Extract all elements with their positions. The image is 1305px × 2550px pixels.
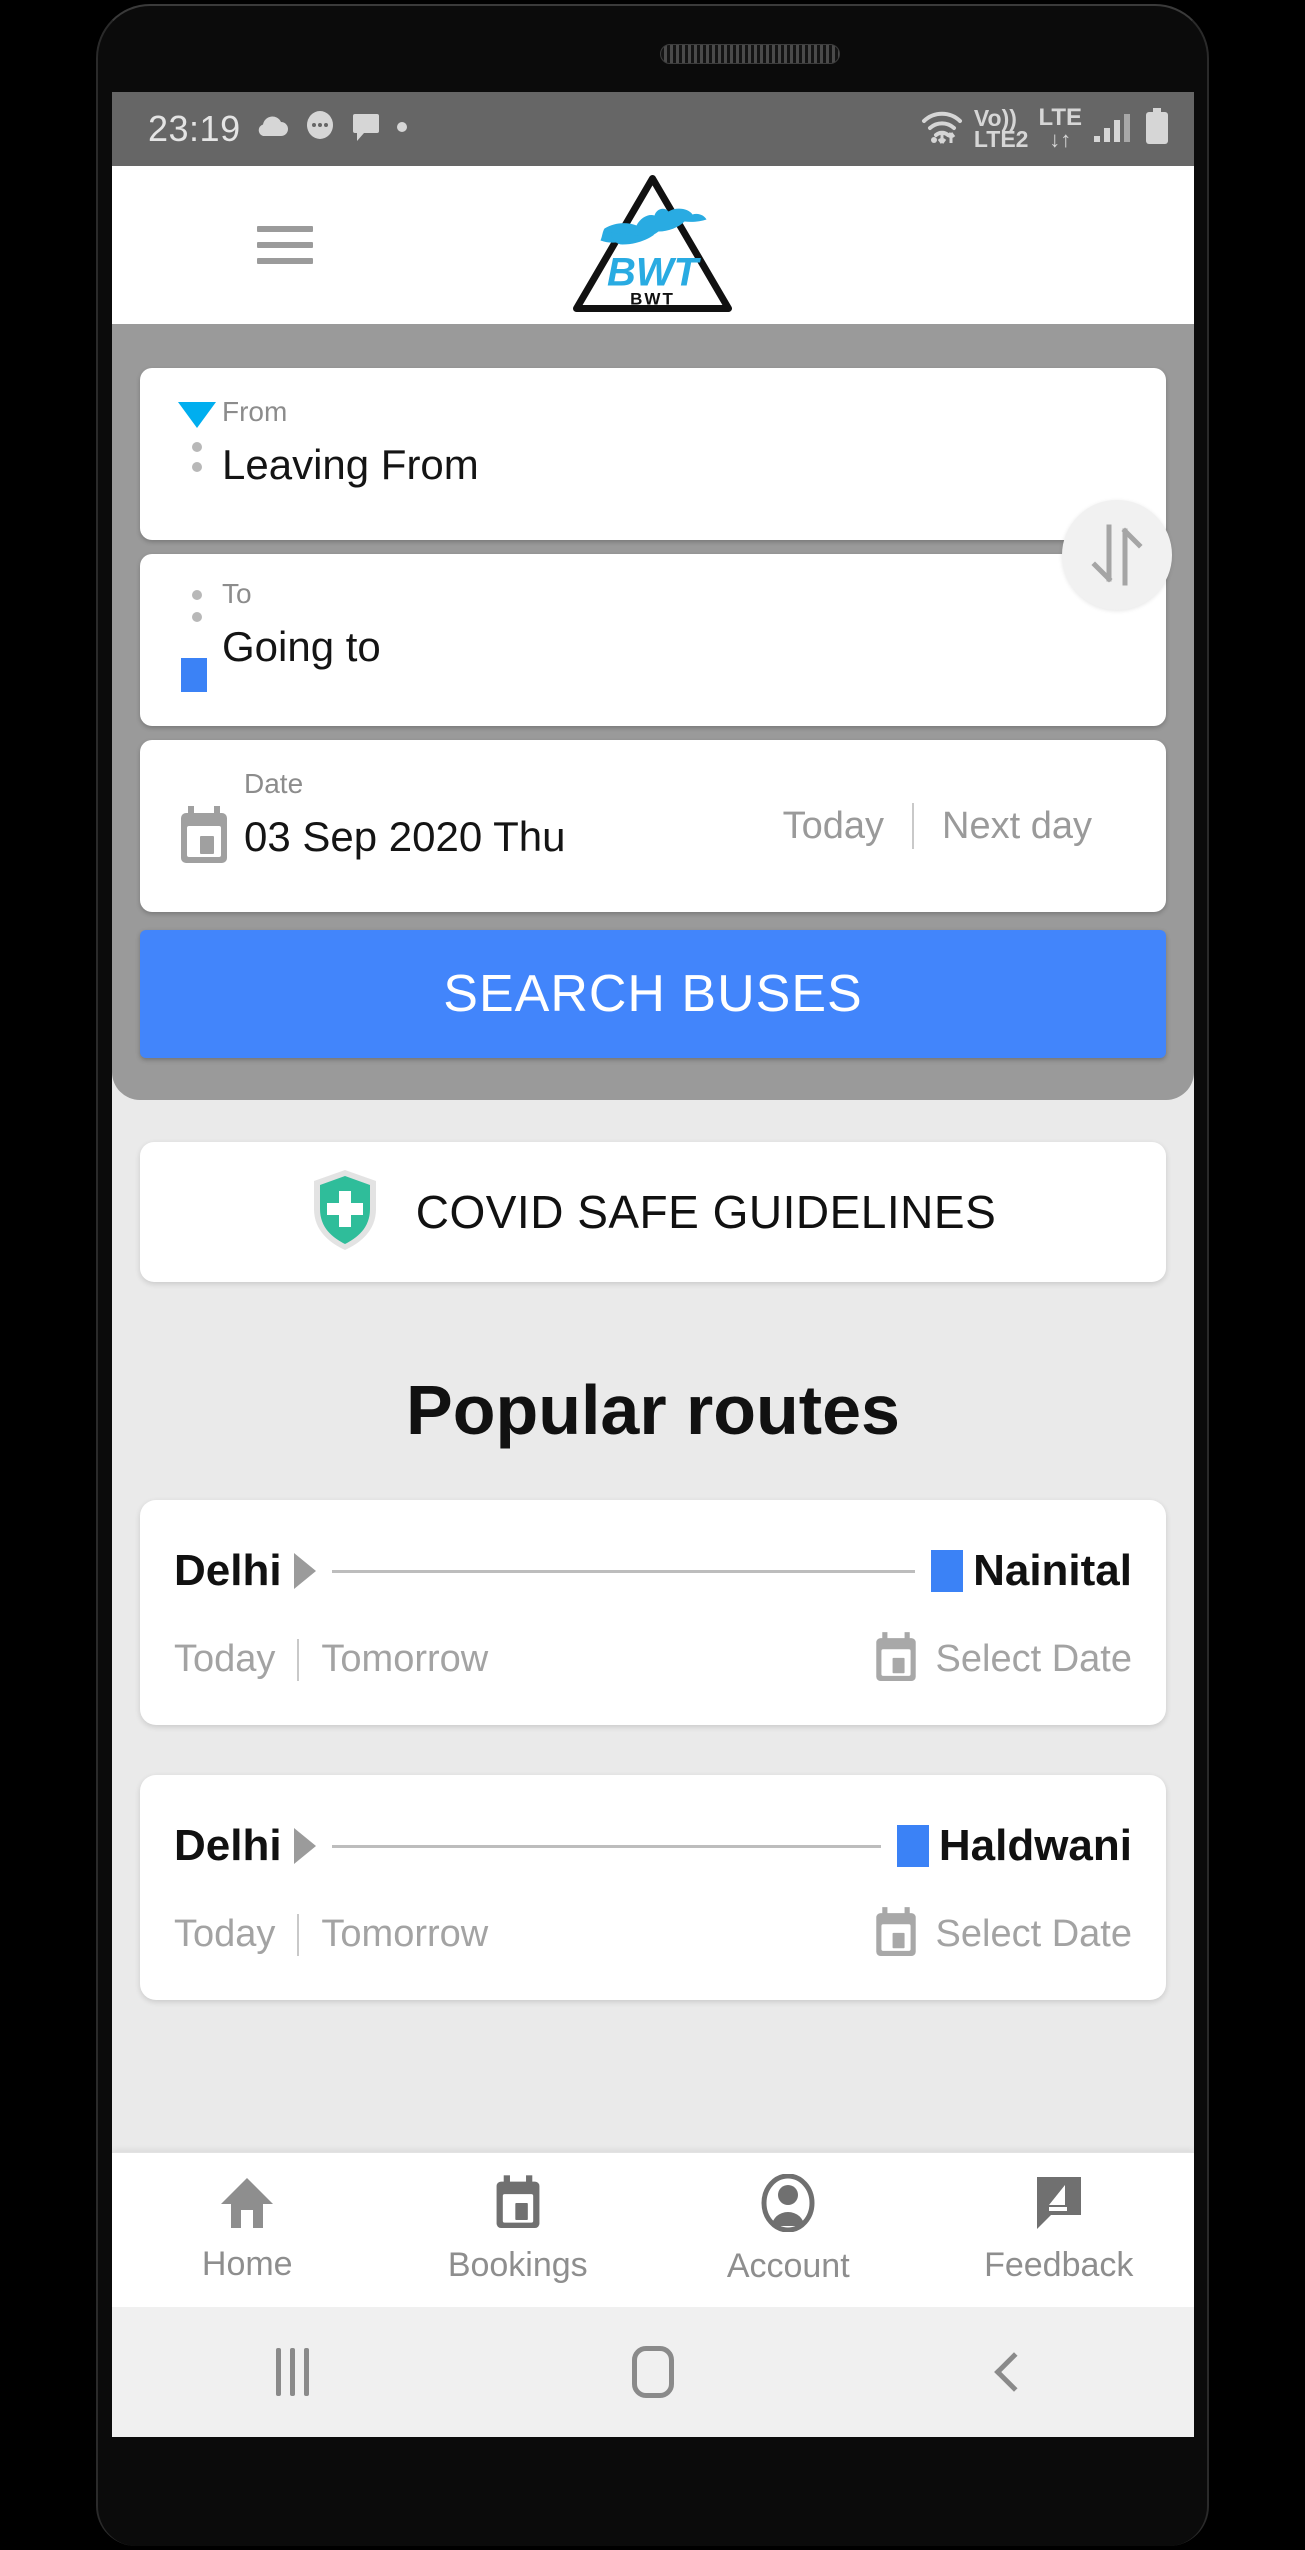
cloud-icon (255, 114, 289, 145)
route-connector-line (331, 1844, 881, 1848)
popular-routes-title: Popular routes (406, 1371, 900, 1449)
search-buses-button[interactable]: SEARCH BUSES (140, 930, 1166, 1058)
route-select-date-label: Select Date (935, 1913, 1132, 1955)
calendar-icon (872, 1630, 920, 1689)
status-bar-left: 23:19 (148, 108, 920, 150)
signal-icon (1092, 110, 1134, 149)
nav-label-account: Account (726, 2247, 850, 2285)
shield-plus-icon (310, 1167, 380, 1258)
to-marker-square-icon (181, 658, 207, 692)
bottom-navigation: Home Bookings Account Feedback (112, 2152, 1194, 2307)
nav-item-account[interactable]: Account (653, 2153, 924, 2307)
route-today-button[interactable]: Today (174, 1913, 275, 1956)
to-connector-dots-icon (192, 590, 202, 622)
volte-label-line2: LTE2 (973, 126, 1029, 152)
wifi-icon (920, 109, 964, 150)
route-select-date-button[interactable]: Select Date (872, 1630, 1132, 1689)
android-system-nav (112, 2307, 1194, 2437)
date-next-day-button[interactable]: Next day (914, 805, 1120, 848)
svg-text:BWT: BWT (630, 290, 675, 309)
route-tomorrow-button[interactable]: Tomorrow (321, 1913, 488, 1956)
to-field[interactable]: To Going to (140, 554, 1166, 726)
hamburger-bar-2 (257, 242, 313, 248)
home-icon (219, 2176, 275, 2235)
search-panel: From Leaving From To Going to Date 03 Se… (112, 324, 1194, 1100)
date-label: Date (244, 768, 304, 799)
phone-screen: 23:19 Vo)) LTE2 LTE ↓↑ BWT BWT From Leav… (112, 92, 1194, 2437)
svg-text:BWT: BWT (607, 251, 702, 295)
route-actions: Today Tomorrow Select Date (174, 1630, 1132, 1689)
nav-item-feedback[interactable]: Feedback (924, 2153, 1195, 2307)
feedback-pencil-icon (1033, 2175, 1085, 2236)
route-select-date-label: Select Date (935, 1638, 1132, 1680)
from-value: Leaving From (222, 441, 479, 488)
swap-locations-button[interactable] (1062, 500, 1172, 610)
route-arrow-icon (293, 1553, 316, 1589)
back-chevron-icon[interactable] (833, 2352, 1194, 2392)
nav-label-home: Home (201, 2245, 293, 2283)
app-header: BWT BWT (112, 166, 1194, 324)
hamburger-bar-1 (257, 226, 313, 232)
covid-safe-guidelines-label: COVID SAFE GUIDELINES (415, 1186, 997, 1238)
nav-label-feedback: Feedback (984, 2246, 1134, 2284)
date-quick-options: Today Next day (755, 803, 1120, 849)
route-arrow-icon (293, 1828, 316, 1864)
route-endpoints: Delhi Nainital (174, 1546, 1132, 1596)
to-value: Going to (222, 623, 381, 670)
to-label: To (222, 578, 252, 609)
message-icon (351, 111, 381, 148)
calendar-icon (493, 2175, 543, 2236)
route-quick-separator (297, 1638, 300, 1681)
route-quick-separator (297, 1913, 300, 1956)
route-today-button[interactable]: Today (174, 1638, 275, 1681)
route-from-city: Delhi (174, 1546, 282, 1595)
covid-safe-guidelines-card[interactable]: COVID SAFE GUIDELINES (140, 1142, 1166, 1282)
route-card[interactable]: Delhi Nainital Today Tomorrow Select Dat… (140, 1500, 1166, 1725)
earpiece-speaker (660, 44, 840, 64)
recent-apps-icon[interactable] (112, 2348, 473, 2396)
route-from-city: Delhi (174, 1821, 282, 1870)
route-to-city: Nainital (973, 1546, 1132, 1595)
lte-icon: LTE ↓↑ (1038, 106, 1082, 152)
swap-vertical-icon (1091, 524, 1143, 586)
search-buses-label: SEARCH BUSES (443, 965, 863, 1023)
dot-icon (395, 120, 409, 139)
from-label: From (222, 396, 288, 427)
date-field[interactable]: Date 03 Sep 2020 Thu Today Next day (140, 740, 1166, 912)
nav-label-bookings: Bookings (447, 2246, 588, 2284)
status-bar-clock: 23:19 (148, 108, 241, 149)
from-field[interactable]: From Leaving From (140, 368, 1166, 540)
route-destination-marker-icon (931, 1550, 964, 1592)
route-quick-dates: Today Tomorrow (174, 1913, 488, 1956)
nav-item-home[interactable]: Home (112, 2153, 383, 2307)
route-connector-line (331, 1569, 916, 1573)
date-today-button[interactable]: Today (755, 805, 912, 848)
bwt-logo: BWT BWT (571, 173, 736, 318)
lte-data-arrows: ↓↑ (1049, 126, 1072, 152)
hamburger-menu-icon[interactable] (257, 226, 313, 264)
from-marker-triangle-icon (178, 402, 216, 428)
battery-icon (1144, 107, 1170, 151)
nav-item-bookings[interactable]: Bookings (383, 2153, 654, 2307)
table-row[interactable]: Delhi Haldwani Today Tomorrow Select Dat… (140, 1775, 1166, 2000)
calendar-icon (176, 804, 232, 871)
volte-icon: Vo)) LTE2 (973, 106, 1029, 152)
route-connector-dots-icon (192, 442, 202, 472)
status-bar-right: Vo)) LTE2 LTE ↓↑ (920, 106, 1170, 152)
calendar-icon (872, 1905, 920, 1964)
phone-frame: 23:19 Vo)) LTE2 LTE ↓↑ BWT BWT From Leav… (0, 0, 1305, 2550)
hamburger-bar-3 (257, 258, 313, 264)
chat-bubble-icon (303, 110, 337, 149)
route-actions: Today Tomorrow Select Date (174, 1905, 1132, 1964)
content-area: COVID SAFE GUIDELINES Popular routes Del… (112, 1142, 1194, 2260)
route-endpoints: Delhi Haldwani (174, 1821, 1132, 1871)
route-select-date-button[interactable]: Select Date (872, 1905, 1132, 1964)
status-bar: 23:19 Vo)) LTE2 LTE ↓↑ (112, 92, 1194, 166)
home-square-icon[interactable] (473, 2346, 834, 2398)
route-quick-dates: Today Tomorrow (174, 1638, 488, 1681)
route-to-city: Haldwani (938, 1821, 1132, 1870)
route-destination-marker-icon (896, 1825, 929, 1867)
route-tomorrow-button[interactable]: Tomorrow (321, 1638, 488, 1681)
person-circle-icon (761, 2173, 815, 2237)
